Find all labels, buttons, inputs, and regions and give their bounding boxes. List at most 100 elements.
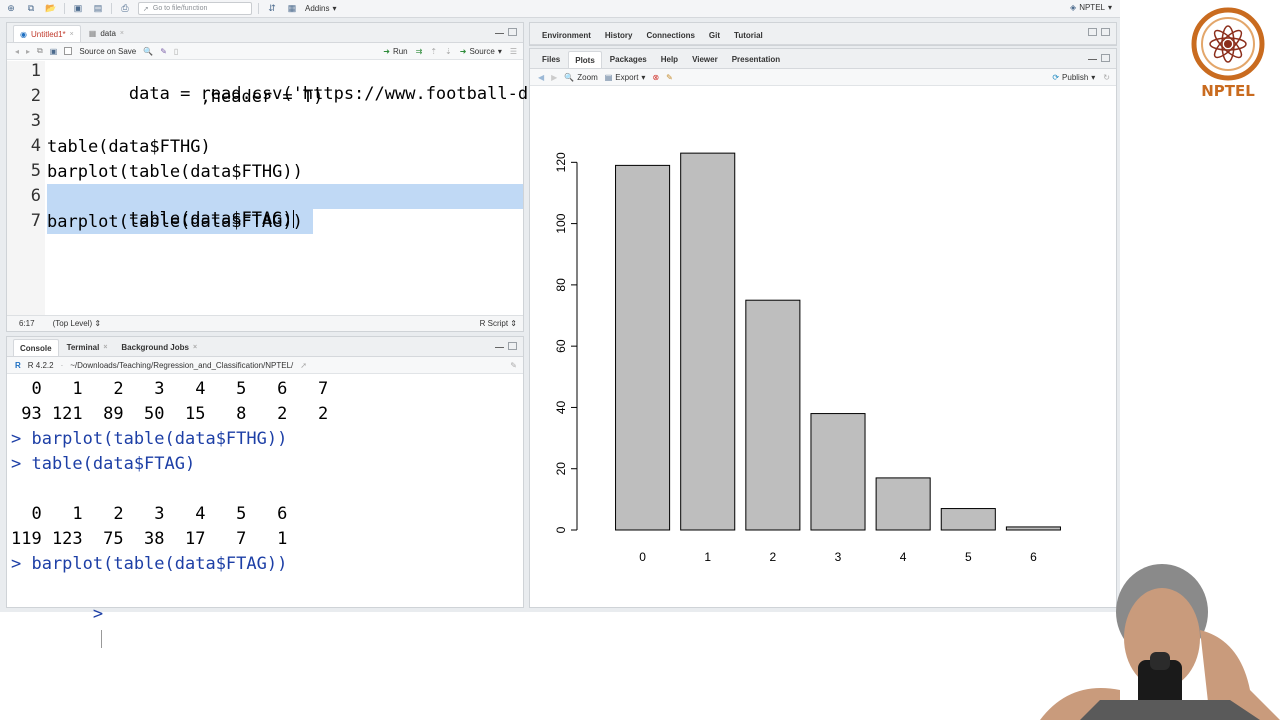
tab-tutorial[interactable]: Tutorial bbox=[728, 27, 769, 44]
clear-plots-icon[interactable]: ✎ bbox=[666, 73, 673, 82]
x-tick-label: 4 bbox=[900, 550, 907, 564]
tab-label: Untitled1* bbox=[30, 29, 66, 39]
up-icon[interactable]: ⇡ bbox=[430, 47, 437, 56]
console-pathbar: R R 4.2.2 · ~/Downloads/Teaching/Regress… bbox=[7, 357, 523, 374]
scope-label: (Top Level) bbox=[52, 319, 93, 328]
save-all-icon[interactable]: ▤ bbox=[91, 3, 105, 15]
open-file-icon[interactable]: 📂 bbox=[44, 3, 58, 15]
show-in-window-icon[interactable]: ⧉ bbox=[37, 46, 43, 56]
tab-label: Files bbox=[542, 55, 561, 64]
run-button[interactable]: ➜ Run bbox=[383, 47, 407, 56]
tab-data[interactable]: ▦ data × bbox=[83, 25, 130, 42]
console-line: 0 1 2 3 4 5 6 7 bbox=[11, 379, 329, 399]
minimize-icon[interactable] bbox=[1088, 59, 1097, 62]
addins-menu[interactable]: Addins ▾ bbox=[305, 4, 336, 13]
restore-icon[interactable] bbox=[1088, 28, 1097, 36]
clear-console-icon[interactable]: ✎ bbox=[510, 361, 517, 370]
console-line: > barplot(table(data$FTAG)) bbox=[11, 554, 288, 574]
r-version: R 4.2.2 bbox=[27, 360, 54, 370]
y-tick-label: 20 bbox=[554, 462, 568, 476]
x-tick-label: 5 bbox=[965, 550, 972, 564]
source-button[interactable]: ➜ Source ▾ bbox=[460, 47, 502, 56]
forward-icon[interactable]: ▶ bbox=[551, 73, 557, 82]
maximize-icon[interactable] bbox=[1101, 54, 1110, 62]
forward-icon[interactable]: ▸ bbox=[26, 47, 30, 56]
console-prompt[interactable]: > bbox=[11, 577, 103, 648]
divider bbox=[64, 3, 65, 14]
source-label: Source bbox=[469, 46, 495, 56]
divider bbox=[111, 3, 112, 14]
tab-history[interactable]: History bbox=[599, 27, 639, 44]
tab-packages[interactable]: Packages bbox=[604, 51, 653, 68]
editor-statusbar: 6:17 (Top Level) ⇕ R Script ⇕ bbox=[7, 315, 523, 331]
source-on-save-checkbox[interactable] bbox=[64, 47, 73, 55]
search-icon[interactable]: 🔍 bbox=[143, 47, 153, 56]
tab-files[interactable]: Files bbox=[536, 51, 566, 68]
zoom-button[interactable]: 🔍 Zoom bbox=[564, 73, 597, 82]
tab-label: Presentation bbox=[731, 55, 781, 64]
minimize-icon[interactable] bbox=[495, 347, 504, 350]
outline-icon[interactable]: ☰ bbox=[510, 47, 517, 56]
wand-icon[interactable]: ✎ bbox=[160, 47, 167, 56]
chevron-down-icon: ▾ bbox=[641, 72, 646, 82]
close-icon[interactable]: × bbox=[103, 344, 107, 351]
plots-right-controls: ⟳ Publish ▾ ↻ bbox=[1052, 73, 1110, 82]
addins-label: Addins bbox=[305, 4, 330, 13]
plots-pane: Files Plots Packages Help Viewer Present… bbox=[529, 48, 1117, 608]
save-icon[interactable]: ▣ bbox=[71, 3, 85, 15]
tab-terminal[interactable]: Terminal × bbox=[61, 339, 114, 356]
presenter-silhouette bbox=[1040, 564, 1280, 720]
nptel-wordmark: NPTEL bbox=[1201, 82, 1255, 100]
divider bbox=[258, 3, 259, 14]
tab-environment[interactable]: Environment bbox=[536, 27, 597, 44]
minimize-icon[interactable] bbox=[495, 33, 504, 36]
console-output[interactable]: 0 1 2 3 4 5 6 7 93 121 89 50 15 8 2 2 > … bbox=[7, 375, 523, 648]
layout-grid-icon[interactable]: ▦ bbox=[285, 3, 299, 15]
vcs-icon[interactable]: ⇵ bbox=[265, 3, 279, 15]
scope-menu[interactable]: (Top Level) ⇕ bbox=[53, 319, 102, 328]
maximize-icon[interactable] bbox=[508, 342, 517, 350]
export-button[interactable]: ▤ Export ▾ bbox=[605, 73, 646, 82]
publish-button[interactable]: ⟳ Publish ▾ bbox=[1052, 73, 1095, 82]
save-icon[interactable]: ▣ bbox=[50, 47, 58, 56]
back-icon[interactable]: ◂ bbox=[15, 47, 19, 56]
close-icon[interactable]: × bbox=[70, 31, 74, 38]
rerun-icon[interactable]: ⇉ bbox=[416, 47, 423, 56]
tab-background-jobs[interactable]: Background Jobs × bbox=[115, 339, 203, 356]
notebook-icon[interactable]: ▯ bbox=[174, 47, 178, 56]
delete-plot-icon[interactable]: ⊗ bbox=[652, 73, 659, 82]
maximize-icon[interactable] bbox=[1101, 28, 1110, 36]
file-type-menu[interactable]: R Script ⇕ bbox=[480, 319, 517, 328]
close-icon[interactable]: × bbox=[193, 344, 197, 351]
go-to-dir-icon[interactable]: ➚ bbox=[300, 361, 307, 370]
tab-label: Connections bbox=[646, 31, 695, 40]
tab-label: Packages bbox=[609, 55, 647, 64]
tab-presentation[interactable]: Presentation bbox=[726, 51, 786, 68]
goto-file-input[interactable]: ➚ Go to file/function bbox=[138, 2, 252, 15]
pane-controls bbox=[495, 28, 517, 36]
down-icon[interactable]: ⇣ bbox=[445, 47, 452, 56]
chevron-down-icon: ▾ bbox=[1091, 72, 1096, 82]
editor-toolbar: ◂ ▸ ⧉ ▣ Source on Save 🔍 ✎ ▯ ➜ Run ⇉ ⇡ ⇣… bbox=[7, 43, 523, 60]
project-menu[interactable]: ◈ NPTEL ▾ bbox=[1070, 3, 1112, 12]
tab-label: Background Jobs bbox=[121, 343, 189, 352]
tab-plots[interactable]: Plots bbox=[568, 51, 602, 68]
tab-console[interactable]: Console bbox=[13, 339, 59, 356]
working-directory[interactable]: ~/Downloads/Teaching/Regression_and_Clas… bbox=[70, 361, 293, 370]
back-icon[interactable]: ◀ bbox=[538, 73, 544, 82]
tab-help[interactable]: Help bbox=[655, 51, 684, 68]
refresh-icon[interactable]: ↻ bbox=[1103, 73, 1110, 82]
new-file-icon[interactable]: ⊕ bbox=[4, 3, 18, 15]
tab-viewer[interactable]: Viewer bbox=[686, 51, 724, 68]
maximize-icon[interactable] bbox=[508, 28, 517, 36]
tab-connections[interactable]: Connections bbox=[640, 27, 700, 44]
code-area[interactable]: 1 2 3 4 5 6 7 data = read.csv('https://w… bbox=[7, 61, 589, 315]
new-project-icon[interactable]: ⧉ bbox=[24, 3, 38, 15]
tab-label: Help bbox=[660, 55, 679, 64]
close-icon[interactable]: × bbox=[120, 30, 124, 37]
tab-untitled1[interactable]: ◉ Untitled1* × bbox=[13, 25, 81, 42]
y-tick-label: 120 bbox=[554, 152, 568, 172]
print-icon[interactable]: ⎙ bbox=[118, 3, 132, 15]
prompt-char: > bbox=[92, 604, 104, 624]
tab-git[interactable]: Git bbox=[703, 27, 726, 44]
